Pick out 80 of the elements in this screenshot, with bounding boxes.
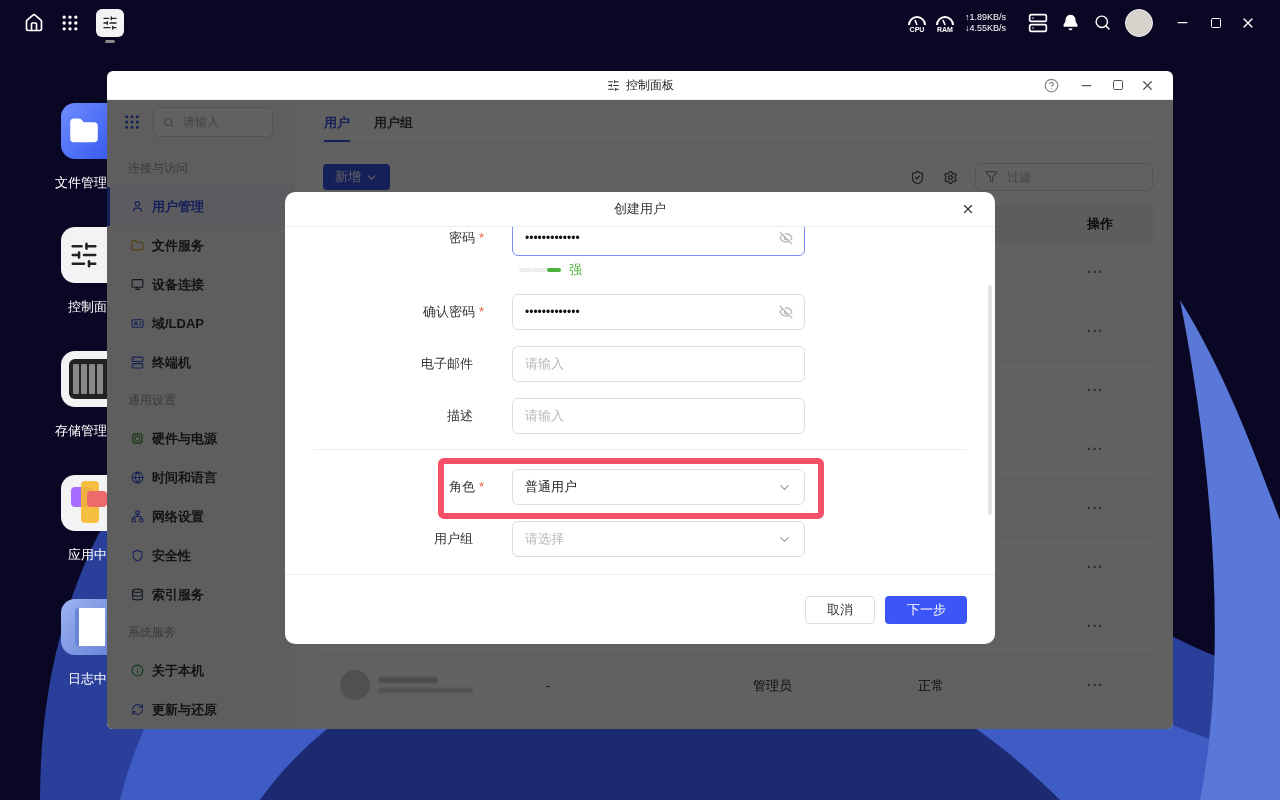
refresh-icon: [131, 703, 144, 716]
more-actions[interactable]: ···: [1087, 382, 1104, 398]
desktop-icon-label[interactable]: 存储管理: [55, 421, 107, 441]
running-indicator: [105, 39, 115, 43]
column-header: 操作: [1086, 215, 1113, 234]
dialog-title: 创建用户: [614, 200, 666, 219]
globe-icon: [131, 471, 144, 484]
upload-speed: ↑1.89KB/s: [964, 11, 1006, 23]
search-icon[interactable]: [1094, 14, 1111, 31]
field-label: 描述: [447, 407, 473, 426]
avatar[interactable]: [1125, 8, 1153, 37]
sidebar-item[interactable]: 终端机: [107, 343, 295, 382]
add-button[interactable]: 新增: [323, 164, 390, 190]
sidebar-item[interactable]: 设备连接: [107, 265, 295, 304]
sidebar-item[interactable]: 域/LDAP: [107, 304, 295, 343]
network-icon: [131, 510, 144, 523]
folder-icon: [131, 239, 144, 252]
search-icon: [163, 117, 174, 128]
notification-icon[interactable]: [1062, 14, 1079, 31]
monitor-icon: [131, 278, 144, 291]
window-title: 控制面板: [626, 77, 674, 94]
field-label: 确认密码: [422, 303, 475, 322]
field-label: 密码: [448, 229, 475, 248]
shield-icon[interactable]: [910, 169, 925, 185]
desktop-icon-label[interactable]: 应用中: [68, 545, 107, 565]
tab[interactable]: 用户: [324, 112, 350, 142]
help-icon[interactable]: [1044, 77, 1059, 93]
select-field[interactable]: 请选择: [512, 521, 805, 557]
close-icon[interactable]: [961, 202, 975, 216]
strength-label: 强: [569, 261, 582, 280]
sidebar-item[interactable]: 文件服务: [107, 226, 295, 265]
required-mark: *: [478, 303, 484, 322]
chip-icon: [131, 432, 144, 445]
sliders-icon: [607, 78, 620, 92]
more-actions[interactable]: ···: [1087, 677, 1104, 693]
more-actions[interactable]: ···: [1087, 618, 1104, 634]
desktop-icon-label[interactable]: 日志中: [68, 669, 107, 689]
server-icon: [131, 356, 144, 369]
input-field[interactable]: 请输入: [512, 346, 805, 382]
sliders-icon[interactable]: [61, 227, 107, 283]
more-actions[interactable]: ···: [1087, 559, 1104, 575]
input-field[interactable]: 请输入: [512, 398, 805, 434]
home-icon[interactable]: [24, 12, 44, 33]
table-cell: 正常: [918, 678, 944, 693]
next-button[interactable]: 下一步: [885, 595, 967, 624]
field-label: 角色: [448, 478, 475, 497]
select-field[interactable]: 普通用户: [512, 469, 805, 505]
field-label: 用户组: [434, 530, 473, 549]
required-mark: *: [478, 478, 484, 497]
sidebar-item[interactable]: 时间和语言: [107, 458, 295, 497]
id-card-icon: [131, 317, 144, 330]
sidebar-item[interactable]: 硬件与电源: [107, 419, 295, 458]
tab[interactable]: 用户组: [374, 112, 413, 142]
field-label: 电子邮件: [421, 355, 473, 374]
info-icon: [131, 664, 144, 677]
password-field[interactable]: •••••••••••••: [512, 294, 805, 330]
more-actions[interactable]: ···: [1087, 264, 1104, 280]
folder-icon[interactable]: [61, 103, 107, 159]
control-panel-taskbar-icon[interactable]: [96, 8, 124, 37]
table-cell: -: [546, 678, 551, 693]
server-icon[interactable]: [1028, 12, 1048, 33]
notebook-icon[interactable]: [61, 599, 107, 655]
settings-icon[interactable]: [943, 169, 958, 185]
more-actions[interactable]: ···: [1087, 323, 1104, 339]
more-actions[interactable]: ···: [1087, 500, 1104, 516]
cancel-button[interactable]: 取消: [805, 595, 875, 624]
table-cell: 管理员: [753, 678, 792, 693]
app-center-icon[interactable]: [61, 475, 107, 531]
shield-icon: [131, 549, 144, 562]
download-speed: ↓4.55KB/s: [964, 22, 1006, 34]
drive-bay-icon[interactable]: [61, 351, 107, 407]
filter-icon: [985, 170, 998, 183]
desktop-icon-label[interactable]: 控制面: [68, 297, 107, 317]
maximize-icon[interactable]: [1112, 79, 1124, 91]
database-icon: [131, 588, 144, 601]
desktop-icon-label[interactable]: 文件管理: [55, 173, 107, 193]
user-icon: [131, 200, 144, 213]
more-actions[interactable]: ···: [1087, 441, 1104, 457]
password-field[interactable]: •••••••••••••: [512, 227, 805, 256]
required-mark: *: [478, 229, 484, 248]
